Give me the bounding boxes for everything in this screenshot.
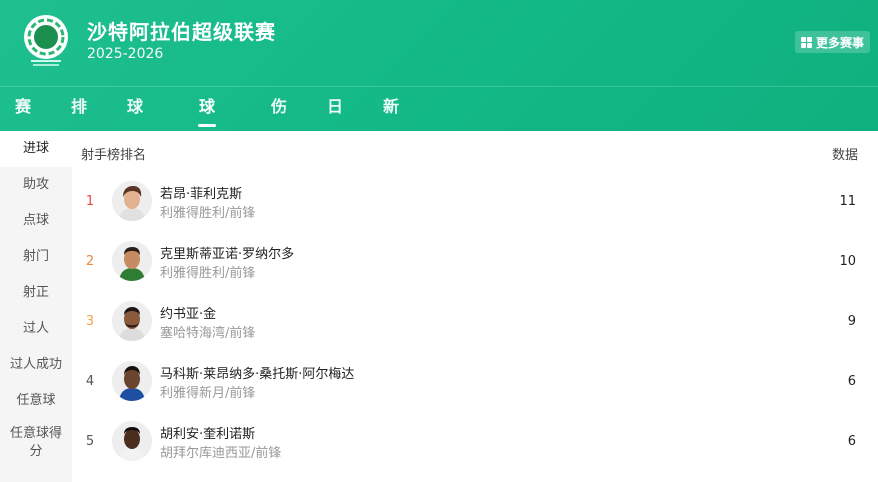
stat-value: 6 — [847, 374, 856, 389]
grid-icon — [800, 36, 812, 48]
list-header-data: 数据 — [831, 148, 858, 163]
table-row[interactable]: 5 胡利安·奎利诺斯 胡拜尔库迪西亚/前锋 6 — [72, 412, 878, 472]
sidebar-item-successful-dribbles[interactable]: 过人成功 — [0, 347, 72, 383]
league-header: 沙特阿拉伯超级联赛 2025-2026 更多赛事 赛程 排名 球队榜 球员榜 伤… — [0, 0, 878, 200]
sidebar-item-shots-on-target[interactable]: 射正 — [0, 275, 72, 311]
list-header-title: 射手榜排名 — [81, 148, 147, 163]
tab-player-rankings[interactable]: 球员榜 — [197, 86, 217, 200]
tab-team-rankings[interactable]: 球队榜 — [127, 86, 143, 200]
spl-logo — [23, 14, 69, 70]
stat-value: 10 — [839, 254, 856, 269]
player-name: 若昂·菲利克斯 — [160, 187, 243, 202]
stat-value: 6 — [847, 434, 856, 449]
stat-value: 11 — [839, 194, 856, 209]
season-label: 2025-2026 — [87, 46, 164, 62]
table-row[interactable]: 4 马科斯·莱昂纳多·桑托斯·阿尔梅达 利雅得新月/前锋 6 — [72, 352, 878, 412]
rank-number: 1 — [85, 194, 95, 209]
table-row[interactable]: 3 约书亚·金 塞哈特海湾/前锋 9 — [72, 292, 878, 352]
avatar — [112, 241, 152, 281]
tab-standings[interactable]: 排名 — [71, 86, 87, 158]
sidebar-item-shots[interactable]: 射门 — [0, 239, 72, 275]
sidebar-item-free-kick-goals[interactable]: 任意球得分 — [8, 425, 64, 461]
rank-number: 2 — [85, 254, 95, 269]
avatar — [112, 301, 152, 341]
sidebar-item-dribbles[interactable]: 过人 — [0, 311, 72, 347]
more-events-label: 更多赛事 — [815, 35, 864, 50]
rank-number: 4 — [85, 374, 95, 389]
sidebar-item-assists[interactable]: 助攻 — [0, 167, 72, 203]
player-name: 马科斯·莱昂纳多·桑托斯·阿尔梅达 — [160, 367, 355, 382]
player-team-position: 胡拜尔库迪西亚/前锋 — [160, 446, 282, 461]
player-name: 约书亚·金 — [160, 307, 217, 322]
player-name: 克里斯蒂亚诺·罗纳尔多 — [160, 247, 295, 262]
sidebar-item-penalties[interactable]: 点球 — [0, 203, 72, 239]
stat-category-sidebar: 进球 助攻 点球 射门 射正 过人 过人成功 任意球 任意球得分 — [0, 131, 72, 482]
player-team-position: 利雅得胜利/前锋 — [160, 266, 256, 281]
avatar — [112, 361, 152, 401]
league-title: 沙特阿拉伯超级联赛 — [87, 20, 276, 44]
player-team-position: 利雅得胜利/前锋 — [160, 206, 256, 221]
avatar — [112, 181, 152, 221]
tab-news[interactable]: 新闻 — [383, 86, 399, 158]
player-team-position: 塞哈特海湾/前锋 — [160, 326, 256, 341]
player-name: 胡利安·奎利诺斯 — [160, 427, 256, 442]
tab-injuries[interactable]: 伤停 — [271, 86, 287, 158]
table-row[interactable]: 2 克里斯蒂亚诺·罗纳尔多 利雅得胜利/前锋 10 — [72, 232, 878, 292]
sidebar-item-free-kicks[interactable]: 任意球 — [0, 383, 72, 419]
sidebar-item-goals[interactable]: 进球 — [0, 131, 72, 167]
tab-schedule[interactable]: 赛程 — [15, 86, 31, 158]
player-team-position: 利雅得新月/前锋 — [160, 386, 256, 401]
rank-number: 3 — [85, 314, 95, 329]
more-events-button[interactable]: 更多赛事 — [794, 31, 870, 53]
avatar — [112, 421, 152, 461]
rank-number: 5 — [85, 434, 95, 449]
stat-value: 9 — [847, 314, 856, 329]
table-row[interactable]: 1 若昂·菲利克斯 利雅得胜利/前锋 11 — [72, 172, 878, 232]
tab-daily[interactable]: 日榜 — [327, 86, 343, 158]
